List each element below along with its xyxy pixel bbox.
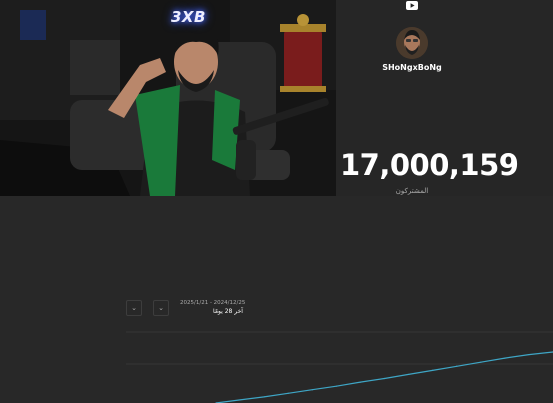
data-point	[528, 353, 530, 356]
channel-name[interactable]: SHoNgxBoNg	[336, 63, 488, 72]
data-point	[335, 385, 337, 387]
subscriber-count: 17,000,159	[340, 148, 519, 182]
brand-logo: 3XB	[171, 8, 206, 26]
avatar[interactable]	[396, 27, 428, 59]
data-point	[239, 399, 241, 401]
data-point	[432, 369, 434, 371]
avatar-image	[396, 27, 428, 59]
data-point	[504, 357, 506, 359]
photo-illustration	[0, 0, 336, 196]
data-point	[456, 365, 458, 367]
data-point	[263, 396, 265, 398]
streamer-photo: 3XB	[0, 0, 336, 196]
data-point	[287, 392, 289, 394]
subscriber-label: المشتركون	[395, 187, 429, 195]
youtube-icon	[406, 1, 418, 10]
chevron-down-icon[interactable]: ⌄	[126, 300, 142, 316]
channel-card: SHoNgxBoNg 17,000,159 المشتركون	[336, 0, 553, 196]
data-point	[383, 377, 386, 380]
data-point	[311, 389, 313, 391]
data-point	[359, 381, 362, 383]
range-dropdown-button[interactable]: ⌄	[153, 300, 169, 316]
subscriber-chart	[126, 331, 553, 403]
date-range: 2025/1/21 - 2024/12/25	[180, 300, 246, 306]
data-point	[407, 373, 410, 376]
data-point	[480, 361, 482, 363]
analytics-panel: ⌄ ⌄ 2025/1/21 - 2024/12/25 آخر 28 يومًا	[0, 196, 553, 403]
range-label[interactable]: آخر 28 يومًا	[213, 308, 243, 315]
series-line	[215, 351, 553, 403]
